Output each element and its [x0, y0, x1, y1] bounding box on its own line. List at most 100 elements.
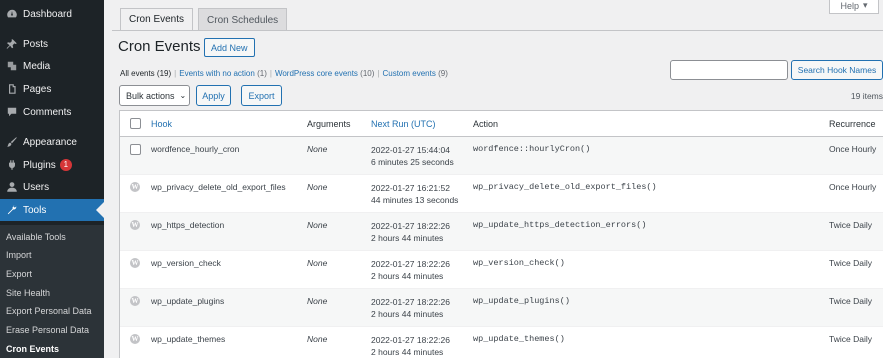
table-header: Hook Arguments Next Run (UTC) Action Rec… [120, 111, 883, 137]
sidebar-item-label: Pages [23, 83, 52, 95]
column-recurrence: Recurrence [829, 119, 876, 129]
action-value: wp_update_https_detection_errors() [473, 220, 647, 230]
cron-events-table: Hook Arguments Next Run (UTC) Action Rec… [119, 110, 883, 358]
table-row: W wp_update_themes None 2022-01-27 18:22… [120, 327, 883, 358]
wordpress-logo-icon: W [130, 258, 140, 268]
sidebar-item-media[interactable]: Media [0, 55, 104, 77]
arguments-value: None [307, 334, 328, 344]
tools-submenu: Available Tools Import Export Site Healt… [0, 225, 104, 358]
row-checkbox[interactable] [130, 144, 141, 155]
action-value: wp_privacy_delete_old_export_files() [473, 182, 657, 192]
submenu-item-export[interactable]: Export [6, 269, 32, 279]
arguments-value: None [307, 258, 328, 268]
sidebar-item-label: Posts [23, 38, 49, 50]
nav-tabs: Cron Events Cron Schedules [120, 8, 288, 31]
submenu-item-erase-personal-data[interactable]: Erase Personal Data [6, 325, 89, 335]
sidebar-item-label: Comments [23, 106, 72, 118]
action-value: wp_version_check() [473, 258, 565, 268]
chevron-down-icon: ⌄ [179, 91, 187, 100]
sidebar-item-appearance[interactable]: Appearance [0, 131, 104, 153]
sidebar-item-dashboard[interactable]: Dashboard [0, 3, 104, 25]
sidebar-item-label: Dashboard [23, 8, 72, 20]
sidebar-item-label: Media [23, 60, 51, 72]
column-arguments: Arguments [307, 119, 351, 129]
caret-down-icon: ▾ [862, 0, 868, 10]
bulk-actions-label: Bulk actions [126, 90, 175, 101]
view-filters: All events (19) | Events with no action (1… [120, 69, 448, 78]
table-row: wordfence_hourly_cron None 2022-01-27 15… [120, 137, 883, 175]
hook-name[interactable]: wp_version_check [151, 258, 221, 268]
wordpress-logo-icon: W [130, 296, 140, 306]
submenu-item-site-health[interactable]: Site Health [6, 288, 50, 298]
table-row: W wp_version_check None 2022-01-27 18:22… [120, 251, 883, 289]
submenu-item-import[interactable]: Import [6, 250, 32, 260]
sidebar-item-comments[interactable]: Comments [0, 101, 104, 123]
next-run-value: 2022-01-27 18:22:26 2 hours 44 minutes [371, 259, 450, 281]
sidebar-item-label: Plugins [23, 159, 56, 171]
hook-name[interactable]: wordfence_hourly_cron [151, 144, 239, 154]
column-hook[interactable]: Hook [151, 119, 172, 129]
sidebar-item-users[interactable]: Users [0, 176, 104, 198]
view-all-events[interactable]: All events (19) [120, 69, 171, 78]
submenu-item-available-tools[interactable]: Available Tools [6, 232, 66, 242]
arguments-value: None [307, 220, 328, 230]
apply-button[interactable]: Apply [196, 85, 231, 106]
wordpress-logo-icon: W [130, 220, 140, 230]
tab-cron-events[interactable]: Cron Events [120, 8, 194, 31]
plug-icon [2, 159, 22, 171]
view-no-action[interactable]: Events with no action [179, 69, 255, 78]
wordpress-logo-icon: W [130, 182, 140, 192]
brush-icon [2, 136, 22, 148]
recurrence-value: Twice Daily [829, 296, 872, 306]
submenu-item-export-personal-data[interactable]: Export Personal Data [6, 306, 92, 316]
hook-name[interactable]: wp_https_detection [151, 220, 224, 230]
column-action: Action [473, 119, 499, 129]
main-content: Help ▾ Cron Events Cron Schedules Cron E… [104, 0, 883, 358]
sidebar-item-tools[interactable]: Tools [0, 199, 104, 221]
sidebar-item-label: Tools [23, 204, 47, 216]
hook-name[interactable]: wp_update_themes [151, 334, 225, 344]
comment-icon [2, 106, 22, 118]
table-row: W wp_https_detection None 2022-01-27 18:… [120, 213, 883, 251]
page-title: Cron Events [118, 38, 201, 55]
column-next-run[interactable]: Next Run (UTC) [371, 119, 436, 129]
next-run-value: 2022-01-27 18:22:26 2 hours 44 minutes [371, 297, 450, 319]
search-input[interactable] [670, 60, 788, 80]
export-button[interactable]: Export [241, 85, 282, 106]
next-run-value: 2022-01-27 16:21:52 44 minutes 13 seconds [371, 183, 459, 205]
sidebar-item-plugins[interactable]: Plugins 1 [0, 154, 104, 176]
bulk-actions-select[interactable]: Bulk actions ⌄ [119, 85, 190, 106]
arguments-value: None [307, 144, 328, 154]
recurrence-value: Twice Daily [829, 258, 872, 268]
recurrence-value: Twice Daily [829, 220, 872, 230]
sidebar-item-pages[interactable]: Pages [0, 78, 104, 100]
help-button[interactable]: Help ▾ [829, 0, 879, 14]
hook-name[interactable]: wp_privacy_delete_old_export_files [151, 182, 286, 192]
sidebar-item-label: Users [23, 181, 50, 193]
pin-icon [2, 38, 22, 50]
table-row: W wp_update_plugins None 2022-01-27 18:2… [120, 289, 883, 327]
tab-cron-schedules[interactable]: Cron Schedules [198, 8, 288, 31]
search-hook-names-button[interactable]: Search Hook Names [791, 60, 883, 80]
recurrence-value: Once Hourly [829, 144, 877, 154]
next-run-value: 2022-01-27 18:22:26 2 hours 44 minutes [371, 335, 450, 357]
update-count-badge: 1 [59, 159, 72, 171]
media-icon [2, 60, 22, 72]
next-run-value: 2022-01-27 15:44:04 6 minutes 25 seconds [371, 145, 454, 167]
submenu-item-cron-events[interactable]: Cron Events [6, 344, 59, 354]
arguments-value: None [307, 296, 328, 306]
next-run-value: 2022-01-27 18:22:26 2 hours 44 minutes [371, 221, 450, 243]
sidebar-item-label: Appearance [23, 136, 77, 148]
action-value: wordfence::hourlyCron() [473, 144, 591, 154]
arguments-value: None [307, 182, 328, 192]
select-all-checkbox[interactable] [130, 118, 141, 129]
recurrence-value: Once Hourly [829, 182, 877, 192]
help-label: Help [840, 0, 859, 11]
user-icon [2, 181, 22, 193]
add-new-button[interactable]: Add New [204, 38, 255, 57]
view-core-events[interactable]: WordPress core events [275, 69, 358, 78]
action-value: wp_update_plugins() [473, 296, 570, 306]
view-custom-events[interactable]: Custom events [382, 69, 435, 78]
sidebar-item-posts[interactable]: Posts [0, 33, 104, 55]
hook-name[interactable]: wp_update_plugins [151, 296, 224, 306]
